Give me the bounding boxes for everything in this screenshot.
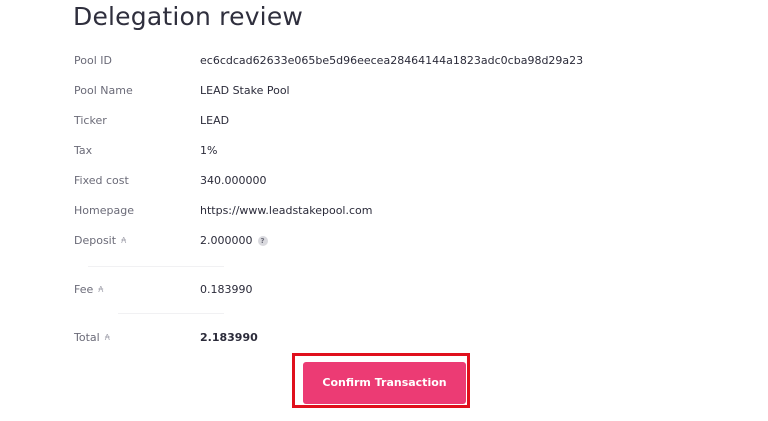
tax-row: Tax 1%: [74, 142, 714, 160]
ticker-row: Ticker LEAD: [74, 112, 714, 130]
homepage-value[interactable]: https://www.leadstakepool.com: [200, 202, 372, 220]
confirm-transaction-button[interactable]: Confirm Transaction: [303, 362, 466, 404]
homepage-row: Homepage https://www.leadstakepool.com: [74, 202, 714, 220]
total-row: Total ₳ 2.183990: [74, 329, 714, 347]
pool-name-value: LEAD Stake Pool: [200, 84, 290, 97]
tax-label: Tax: [74, 144, 93, 157]
ticker-label: Ticker: [74, 114, 107, 127]
deposit-row: Deposit ₳ 2.000000?: [74, 232, 714, 250]
page-title: Delegation review: [73, 2, 304, 31]
delegation-review-page: Delegation review Pool ID ec6cdcad62633e…: [0, 0, 768, 421]
total-label-group: Total ₳: [74, 329, 110, 347]
homepage-label: Homepage: [74, 204, 134, 217]
pool-name-row: Pool Name LEAD Stake Pool: [74, 82, 714, 100]
total-label: Total: [74, 331, 100, 344]
fixed-cost-row: Fixed cost 340.000000: [74, 172, 714, 190]
help-icon[interactable]: ?: [257, 236, 268, 246]
tax-value: 1%: [200, 144, 218, 157]
deposit-value: 2.000000: [200, 234, 253, 247]
fee-label-group: Fee ₳: [74, 281, 103, 299]
deposit-label-group: Deposit ₳: [74, 232, 126, 250]
total-value: 2.183990: [200, 331, 258, 344]
divider: [88, 266, 224, 267]
fixed-cost-value: 340.000000: [200, 174, 267, 187]
ada-icon: ₳: [104, 333, 110, 342]
ada-icon: ₳: [98, 285, 104, 294]
fee-row: Fee ₳ 0.183990: [74, 281, 714, 299]
pool-name-label: Pool Name: [74, 84, 133, 97]
ada-icon: ₳: [121, 236, 127, 245]
pool-id-value: ec6cdcad62633e065be5d96eecea28464144a182…: [200, 54, 584, 67]
fee-label: Fee: [74, 283, 94, 296]
fixed-cost-label: Fixed cost: [74, 174, 129, 187]
ticker-value: LEAD: [200, 114, 230, 127]
deposit-value-group: 2.000000?: [200, 232, 268, 250]
deposit-label: Deposit: [74, 234, 117, 247]
fee-value: 0.183990: [200, 283, 253, 296]
divider: [118, 313, 224, 314]
pool-id-row: Pool ID ec6cdcad62633e065be5d96eecea2846…: [74, 52, 714, 70]
pool-id-label: Pool ID: [74, 54, 112, 67]
